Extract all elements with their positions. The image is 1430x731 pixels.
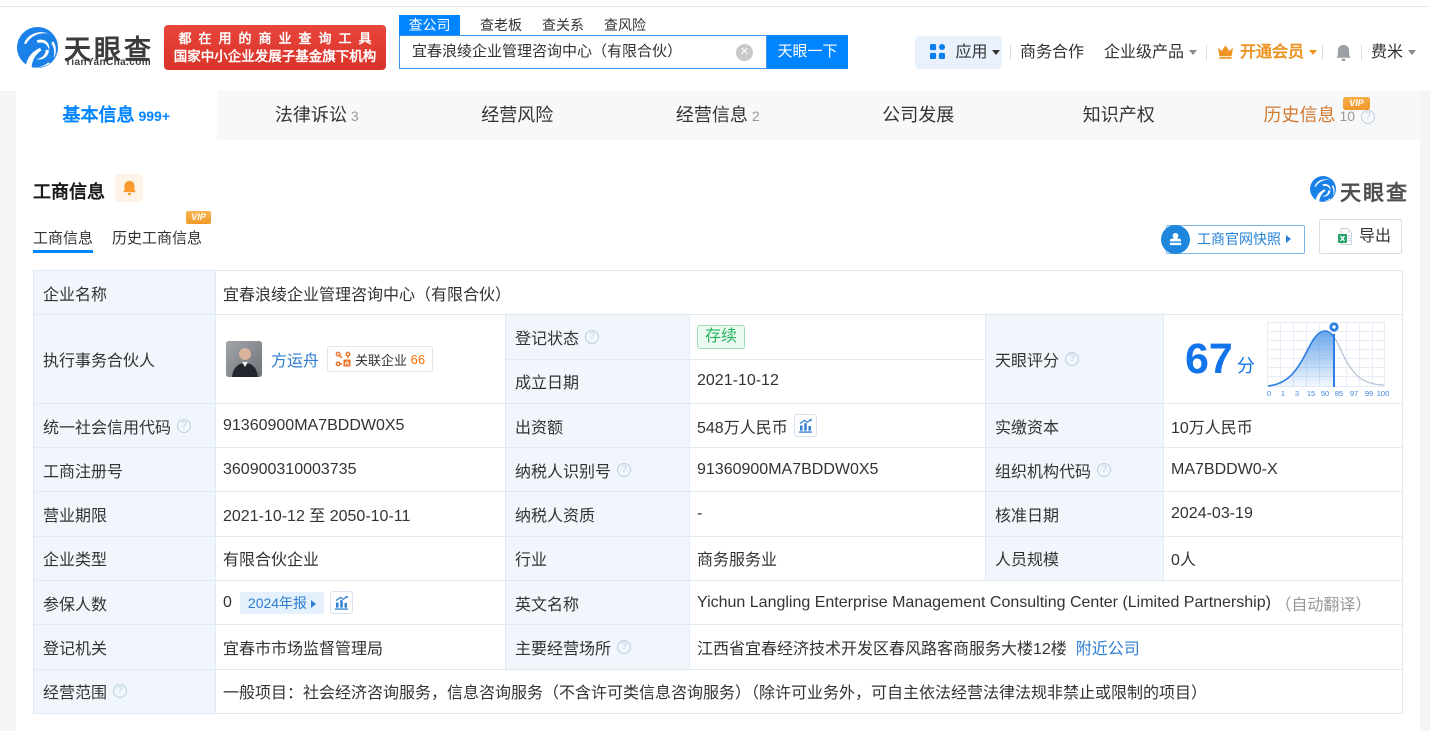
svg-text:99: 99 xyxy=(1365,389,1373,398)
svg-text:3: 3 xyxy=(1295,389,1299,398)
svg-text:50: 50 xyxy=(1321,389,1329,398)
svg-text:15: 15 xyxy=(1307,389,1315,398)
svg-text:97: 97 xyxy=(1350,389,1358,398)
svg-text:1: 1 xyxy=(1281,389,1285,398)
svg-text:85: 85 xyxy=(1335,389,1343,398)
svg-text:100: 100 xyxy=(1377,389,1389,398)
svg-text:0: 0 xyxy=(1267,389,1271,398)
